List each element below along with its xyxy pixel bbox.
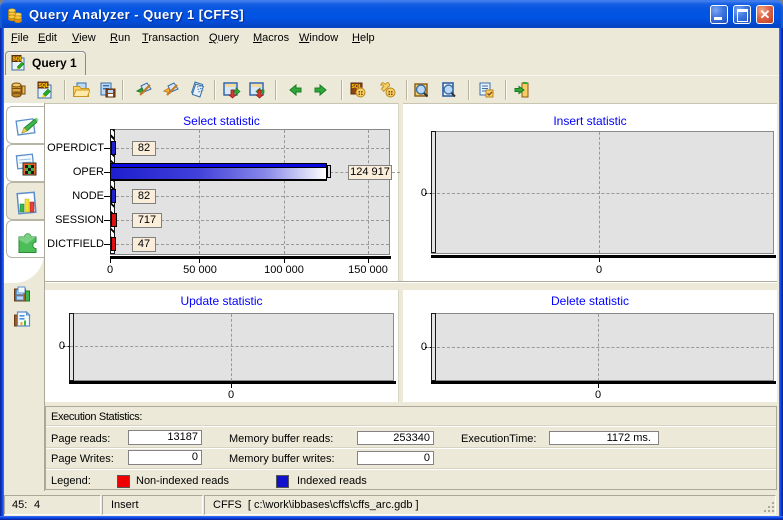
svg-text:SQL: SQL [39,83,49,89]
svg-text:SQL: SQL [13,57,23,63]
